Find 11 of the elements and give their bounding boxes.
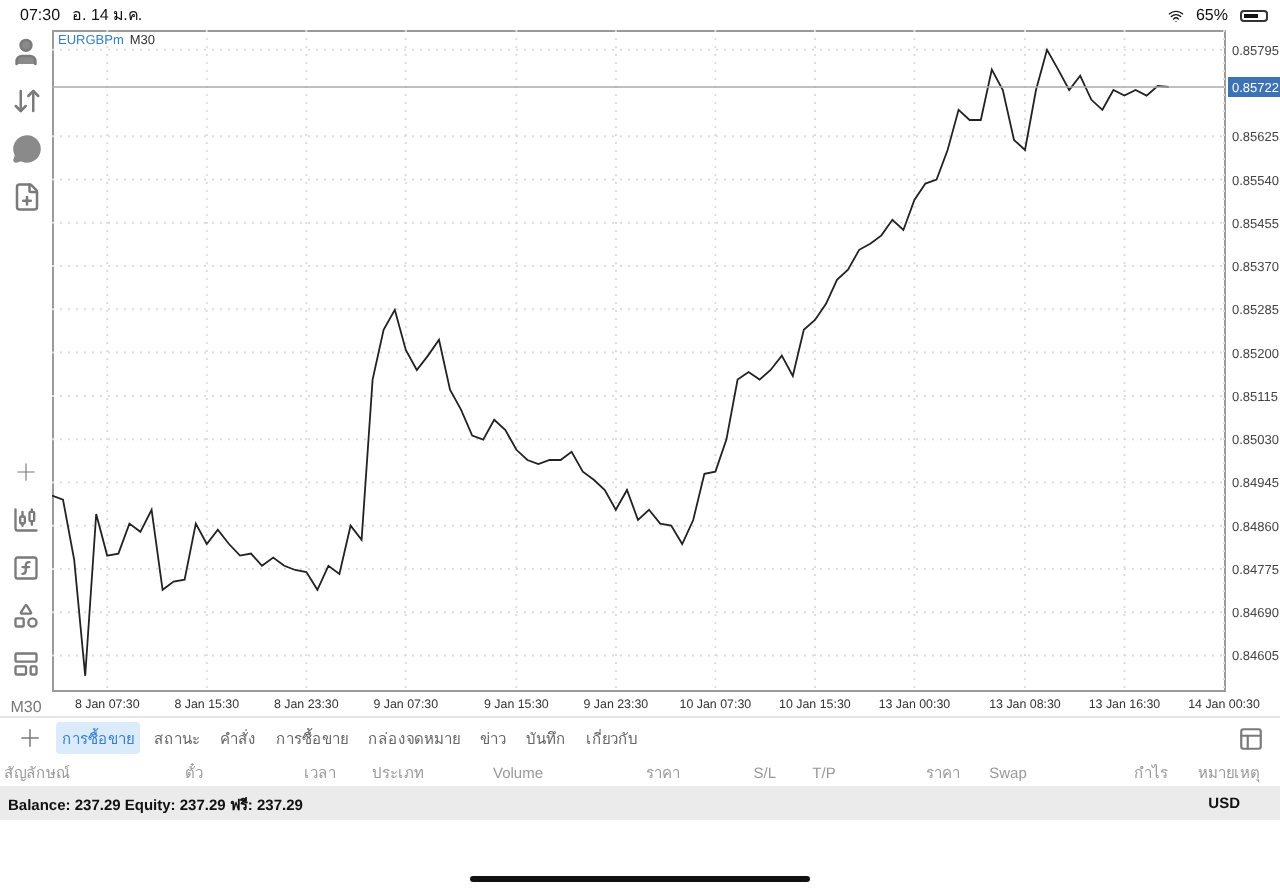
timeframe-button[interactable]: M30 <box>10 698 42 716</box>
function-icon[interactable] <box>8 550 44 586</box>
status-date: อ. 14 ม.ค. <box>72 4 143 28</box>
battery-icon <box>1240 9 1268 21</box>
chat-icon[interactable] <box>8 130 44 166</box>
candlestick-icon[interactable] <box>8 502 44 538</box>
wifi-icon <box>1167 7 1184 23</box>
shapes-icon[interactable] <box>8 598 44 634</box>
layout-icon[interactable] <box>8 646 44 682</box>
status-time: 07:30 <box>20 6 61 24</box>
battery-percent: 65% <box>1195 6 1228 24</box>
